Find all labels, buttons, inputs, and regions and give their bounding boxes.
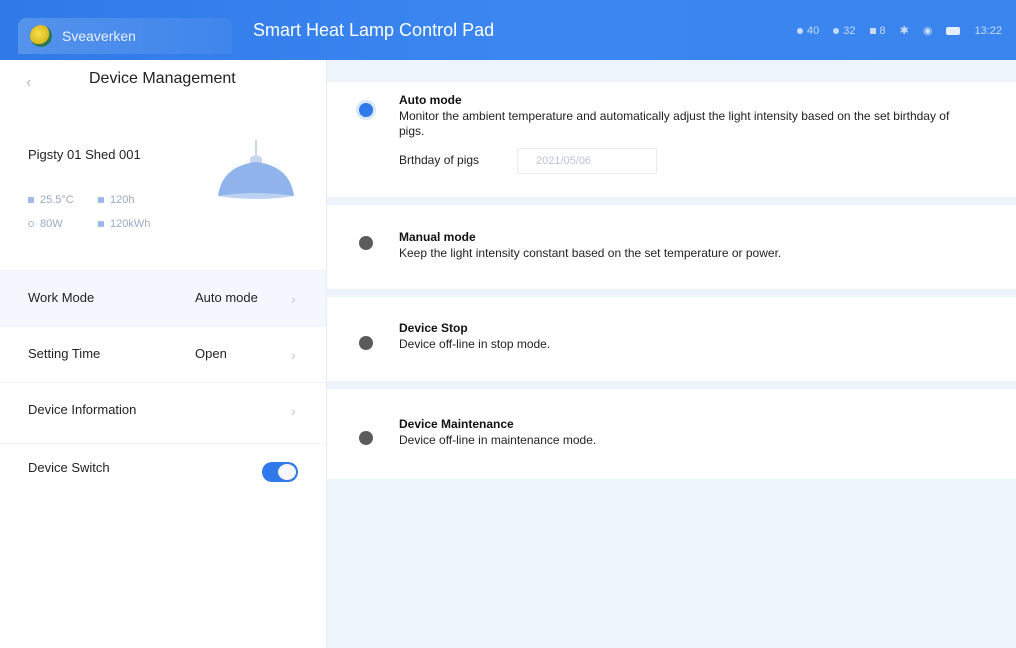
device-switch-label: Device Switch xyxy=(28,460,110,475)
stat-temperature: 25.5°C xyxy=(28,194,74,206)
mode-option-auto[interactable]: Auto mode Monitor the ambient temperatur… xyxy=(327,82,1016,197)
app-title: Smart Heat Lamp Control Pad xyxy=(253,20,495,40)
status-item-temp: 40 xyxy=(797,25,819,37)
mode-title: Manual mode xyxy=(399,230,476,244)
mode-option-maintenance[interactable]: Device Maintenance Device off-line in ma… xyxy=(327,389,1016,479)
mode-description: Monitor the ambient temperature and auto… xyxy=(399,109,950,138)
device-information-label: Device Information xyxy=(28,402,137,417)
mode-title: Device Maintenance xyxy=(399,417,514,431)
brand-name: Sveaverken xyxy=(62,28,136,44)
temp-icon xyxy=(797,27,804,34)
chevron-right-icon: › xyxy=(291,291,296,307)
heat-lamp-icon xyxy=(218,140,294,199)
mode-option-stop[interactable]: Device Stop Device off-line in stop mode… xyxy=(327,297,1016,381)
humidity-icon xyxy=(833,27,840,34)
radio-unselected-icon[interactable] xyxy=(359,336,373,350)
device-name: Pigsty 01 Shed 001 xyxy=(28,147,141,162)
radio-unselected-icon[interactable] xyxy=(359,236,373,250)
mode-title: Device Stop xyxy=(399,321,468,335)
device-switch-toggle[interactable] xyxy=(262,462,298,482)
brand-tab: Sveaverken xyxy=(18,18,232,54)
radio-selected-icon[interactable] xyxy=(359,103,373,117)
power-icon xyxy=(28,221,34,227)
birthday-label: Brthday of pigs xyxy=(399,153,480,167)
chevron-right-icon: › xyxy=(291,347,296,363)
menu-setting-time[interactable]: Setting Time Open › xyxy=(0,326,326,382)
stat-hours: 120h xyxy=(98,194,134,206)
mode-option-manual[interactable]: Manual mode Keep the light intensity con… xyxy=(327,205,1016,289)
device-count-icon xyxy=(869,27,876,34)
bluetooth-icon: ✱ xyxy=(899,25,909,37)
top-bar: Sveaverken Smart Heat Lamp Control Pad 4… xyxy=(0,0,1016,60)
setting-time-value: Open xyxy=(195,346,227,361)
menu-device-switch: Device Switch xyxy=(0,443,326,499)
energy-icon xyxy=(98,221,104,227)
work-mode-value: Auto mode xyxy=(195,290,258,305)
mode-title: Auto mode xyxy=(399,93,462,107)
work-mode-label: Work Mode xyxy=(28,290,95,305)
battery-icon xyxy=(946,26,961,35)
menu-work-mode[interactable]: Work Mode Auto mode › xyxy=(0,270,326,326)
menu-device-information[interactable]: Device Information › xyxy=(0,382,326,438)
status-item-count: 8 xyxy=(869,25,886,37)
stat-energy: 120kWh xyxy=(98,218,150,230)
clock-icon xyxy=(98,197,104,203)
mode-description: Keep the light intensity constant based … xyxy=(399,246,782,260)
setting-time-label: Setting Time xyxy=(28,346,101,361)
temperature-icon xyxy=(28,197,34,203)
brand-logo-icon xyxy=(30,25,52,47)
status-bar: 40 32 8 ✱ ◉ 13:22 xyxy=(797,24,1002,37)
back-chevron-icon[interactable]: ‹ xyxy=(26,74,31,92)
panel-header: ‹ Device Management xyxy=(0,60,326,110)
stat-power: 80W xyxy=(28,218,63,230)
mode-description: Device off-line in stop mode. xyxy=(399,337,551,351)
left-panel: ‹ Device Management Pigsty 01 Shed 001 2… xyxy=(0,60,326,648)
radio-unselected-icon[interactable] xyxy=(359,431,373,445)
wifi-icon: ◉ xyxy=(922,25,933,37)
toggle-knob xyxy=(278,464,296,480)
page-title: Device Management xyxy=(89,70,236,87)
chevron-right-icon: › xyxy=(291,403,296,419)
mode-panel: Auto mode Monitor the ambient temperatur… xyxy=(326,60,1016,648)
birthday-input[interactable] xyxy=(517,148,657,174)
mode-description: Device off-line in maintenance mode. xyxy=(399,433,597,447)
status-item-humidity: 32 xyxy=(833,25,856,37)
clock: 13:22 xyxy=(974,24,1002,37)
